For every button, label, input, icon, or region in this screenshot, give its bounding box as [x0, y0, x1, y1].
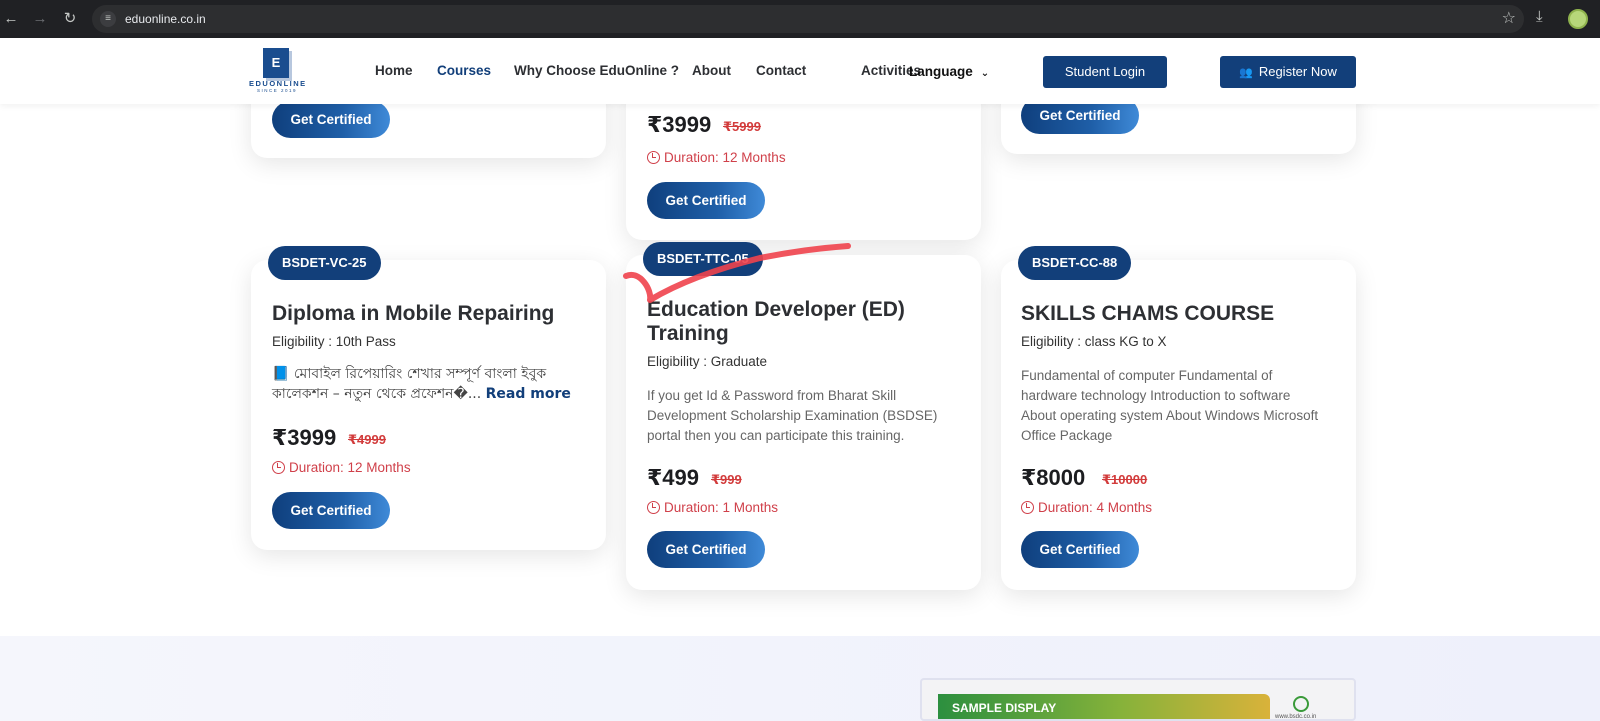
logo-mark: E	[263, 48, 289, 78]
clock-icon	[647, 501, 660, 514]
course-description: 📘 মোবাইল রিপেয়ারিং শেখার সম্পূর্ণ বাংলা…	[272, 364, 590, 404]
course-card: Education Developer (ED) Training Eligib…	[626, 255, 981, 590]
duration-text: Duration: 4 Months	[1038, 500, 1153, 515]
nav-courses[interactable]: Courses	[437, 63, 491, 78]
get-certified-button[interactable]: Get Certified	[647, 531, 765, 568]
course-code-badge: BSDET-CC-88	[1018, 246, 1132, 280]
site-logo[interactable]: E EDUONLINE SINCE 2019	[249, 48, 305, 94]
get-certified-button[interactable]: Get Certified	[1021, 531, 1139, 568]
sample-certificate: SAMPLE DISPLAY www.bsdc.co.in	[920, 678, 1356, 721]
back-icon[interactable]: ←	[0, 8, 22, 30]
course-duration: Duration: 4 Months	[1021, 500, 1152, 515]
add-user-icon: 👥	[1239, 67, 1253, 79]
site-info-icon[interactable]: ≡	[100, 11, 116, 27]
register-now-button[interactable]: 👥 Register Now	[1220, 56, 1356, 88]
nav-about[interactable]: About	[692, 63, 731, 78]
course-card: Diploma in Mobile Repairing Eligibility …	[251, 260, 606, 550]
site-header: E EDUONLINE SINCE 2019 Home Courses Why …	[0, 38, 1600, 104]
profile-avatar[interactable]	[1568, 9, 1588, 29]
read-more-link[interactable]: Read more	[486, 386, 571, 402]
course-code-badge: BSDET-TTC-05	[643, 242, 763, 276]
course-old-price: ₹999	[711, 472, 742, 487]
nav-home[interactable]: Home	[375, 63, 413, 78]
reload-icon[interactable]: ↻	[59, 8, 81, 30]
course-description: Fundamental of computer Fundamental of h…	[1021, 368, 1319, 443]
get-certified-button[interactable]: Get Certified	[272, 101, 390, 138]
course-old-price: ₹4999	[348, 432, 386, 447]
sample-display-banner: SAMPLE DISPLAY	[938, 694, 1270, 719]
course-eligibility: Eligibility : Graduate	[647, 354, 768, 369]
duration-text: Duration: 1 Months	[664, 500, 779, 515]
student-login-button[interactable]: Student Login	[1043, 56, 1167, 88]
address-bar[interactable]: ≡ eduonline.co.in ☆	[92, 5, 1524, 33]
course-duration: Duration: 12 Months	[272, 460, 411, 475]
chevron-down-icon: ⌄	[980, 68, 990, 79]
course-duration: Duration: 1 Months	[647, 500, 778, 515]
register-label: Register Now	[1258, 64, 1337, 79]
logo-name: EDUONLINE	[249, 79, 307, 88]
course-card: SKILLS CHAMS COURSE Eligibility : class …	[1001, 260, 1356, 590]
course-price: ₹3999	[272, 425, 337, 450]
clock-icon	[647, 151, 660, 164]
logo-since: SINCE 2019	[256, 88, 297, 93]
forward-icon[interactable]: →	[29, 8, 51, 30]
course-eligibility: Eligibility : 10th Pass	[272, 334, 396, 349]
browser-toolbar: ← → ↻ ≡ eduonline.co.in ☆ ⤓	[0, 0, 1600, 38]
clock-icon	[1021, 501, 1034, 514]
language-dropdown[interactable]: Language ⌄	[909, 64, 989, 79]
duration-text: Duration: 12 Months	[664, 150, 786, 165]
course-title: SKILLS CHAMS COURSE	[1021, 302, 1275, 325]
course-price: ₹3999	[647, 112, 712, 137]
download-icon[interactable]: ⤓	[1536, 8, 1543, 25]
course-old-price: ₹5999	[723, 119, 761, 134]
language-label: Language	[909, 64, 973, 79]
course-price: ₹499	[647, 465, 700, 490]
course-code-badge: BSDET-VC-25	[268, 246, 381, 280]
course-old-price: ₹10000	[1102, 472, 1148, 487]
bookmark-star-icon[interactable]: ☆	[1502, 8, 1516, 28]
course-title: Diploma in Mobile Repairing	[272, 302, 555, 325]
url-text[interactable]: eduonline.co.in	[125, 12, 206, 26]
nav-why-choose[interactable]: Why Choose EduOnline ?	[514, 63, 679, 78]
course-price: ₹8000	[1021, 465, 1086, 490]
course-duration: Duration: 12 Months	[647, 150, 786, 165]
get-certified-button[interactable]: Get Certified	[647, 182, 765, 219]
nav-contact[interactable]: Contact	[756, 63, 806, 78]
seal-icon	[1293, 696, 1309, 712]
sample-site: www.bsdc.co.in	[1275, 714, 1317, 720]
duration-text: Duration: 12 Months	[289, 460, 411, 475]
clock-icon	[272, 461, 285, 474]
get-certified-button[interactable]: Get Certified	[272, 492, 390, 529]
course-title: Education Developer (ED) Training	[647, 298, 905, 345]
course-eligibility: Eligibility : class KG to X	[1021, 334, 1167, 349]
course-description: If you get Id & Password from Bharat Ski…	[647, 388, 938, 443]
sample-section	[0, 636, 1600, 721]
